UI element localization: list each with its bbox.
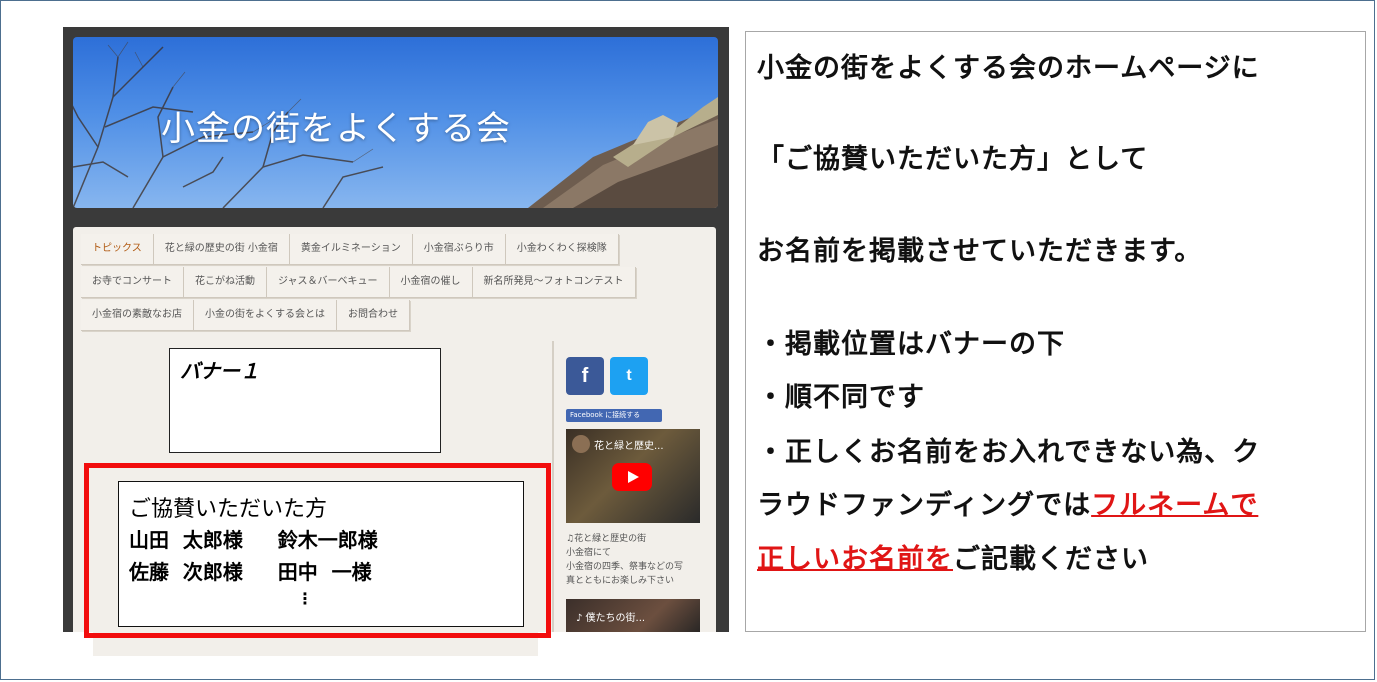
nav-item-topics[interactable]: トピックス xyxy=(81,234,154,265)
video-thumbnail-2[interactable]: ♪ 僕たちの街... xyxy=(566,599,700,632)
video-desc-line: 小金宿にて xyxy=(566,548,612,558)
nav-item-illumination[interactable]: 黄金イルミネーション xyxy=(289,234,413,265)
nav-item-contact[interactable]: お問合わせ xyxy=(337,300,410,331)
nav-item-concert[interactable]: お寺でコンサート xyxy=(81,267,184,298)
video-thumbnail[interactable]: 花と緑と歴史... xyxy=(566,429,700,523)
nav-item-events[interactable]: 小金宿の催し xyxy=(389,267,473,298)
panel-line-6: ・正しくお名前をお入れできない為、ク xyxy=(757,437,1261,468)
panel-line-4: ・掲載位置はバナーの下 xyxy=(757,329,1065,360)
nav-item-market[interactable]: 小金宿ぶらり市 xyxy=(412,234,506,265)
facebook-like-button[interactable]: Facebook に接続する xyxy=(566,409,662,422)
sponsor-list: ご協賛いただいた方 山田 太郎様 鈴木一郎様 佐藤 次郎様 田中 一様 ⋮ xyxy=(118,481,524,627)
video-description: ♫花と緑と歴史の街 小金宿にて 小金宿の四季、祭事などの写 真とともにお楽しみ下… xyxy=(566,532,706,588)
sponsor-row: 佐藤 次郎様 田中 一様 xyxy=(129,560,372,584)
nav-item-history[interactable]: 花と緑の歴史の街 小金宿 xyxy=(153,234,290,265)
channel-avatar xyxy=(572,435,590,453)
site-nav: トピックス 花と緑の歴史の街 小金宿 黄金イルミネーション 小金宿ぶらり市 小金… xyxy=(81,234,641,333)
banner-label: バナー１ xyxy=(180,359,260,383)
nav-item-flower[interactable]: 花こがね活動 xyxy=(184,267,267,298)
video-desc-line: 真とともにお楽しみ下さい xyxy=(566,576,675,586)
panel-highlight-fullname: フルネームで xyxy=(1091,490,1259,521)
panel-line-7-text: ラウドファンディングでは xyxy=(757,490,1092,521)
panel-highlight-correct-name: 正しいお名前を xyxy=(757,544,953,575)
panel-line-3: お名前を掲載させていただきます。 xyxy=(757,236,1203,267)
panel-line-8-text: ご記載ください xyxy=(953,544,1149,575)
nav-item-photo-contest[interactable]: 新名所発見～フォトコンテスト xyxy=(472,267,636,298)
panel-line-8: 正しいお名前をご記載ください xyxy=(757,537,1149,576)
nav-row-3: 小金宿の素敵なお店 小金の街をよくする会とは お問合わせ xyxy=(81,300,641,331)
nav-item-about[interactable]: 小金の街をよくする会とは xyxy=(194,300,337,331)
twitter-icon[interactable]: t xyxy=(610,357,648,395)
explanation-panel: 小金の街をよくする会のホームページに 「ご協賛いただいた方」として お名前を掲載… xyxy=(745,31,1366,632)
panel-line-5: ・順不同です xyxy=(757,382,925,413)
video-title-2: ♪ 僕たちの街... xyxy=(576,613,646,624)
nav-item-explorers[interactable]: 小金わくわく探検隊 xyxy=(505,234,619,265)
site-header: 小金の街をよくする会 xyxy=(73,37,718,208)
more-ellipsis: ⋮ xyxy=(297,589,313,608)
panel-line-2: 「ご協賛いただいた方」として xyxy=(757,144,1149,175)
play-icon[interactable] xyxy=(612,463,652,491)
video-title: 花と緑と歴史... xyxy=(594,441,664,452)
panel-line-1: 小金の街をよくする会のホームページに xyxy=(757,53,1260,84)
nav-item-shops[interactable]: 小金宿の素敵なお店 xyxy=(81,300,194,331)
sidebar-divider xyxy=(552,341,554,632)
video-desc-line: ♫花と緑と歴史の街 xyxy=(566,534,647,544)
panel-line-7: ラウドファンディングではフルネームで xyxy=(757,483,1258,522)
nav-row-1: トピックス 花と緑の歴史の街 小金宿 黄金イルミネーション 小金宿ぶらり市 小金… xyxy=(81,234,641,265)
sponsor-row: 山田 太郎様 鈴木一郎様 xyxy=(129,528,378,552)
site-title: 小金の街をよくする会 xyxy=(161,109,511,149)
nav-item-bbq[interactable]: ジャス＆バーベキュー xyxy=(267,267,390,298)
sponsor-heading: ご協賛いただいた方 xyxy=(129,497,328,522)
video-desc-line: 小金宿の四季、祭事などの写 xyxy=(566,562,684,572)
nav-row-2: お寺でコンサート 花こがね活動 ジャス＆バーベキュー 小金宿の催し 新名所発見～… xyxy=(81,267,641,298)
facebook-icon[interactable]: f xyxy=(566,357,604,395)
banner-placeholder: バナー１ xyxy=(169,348,441,453)
